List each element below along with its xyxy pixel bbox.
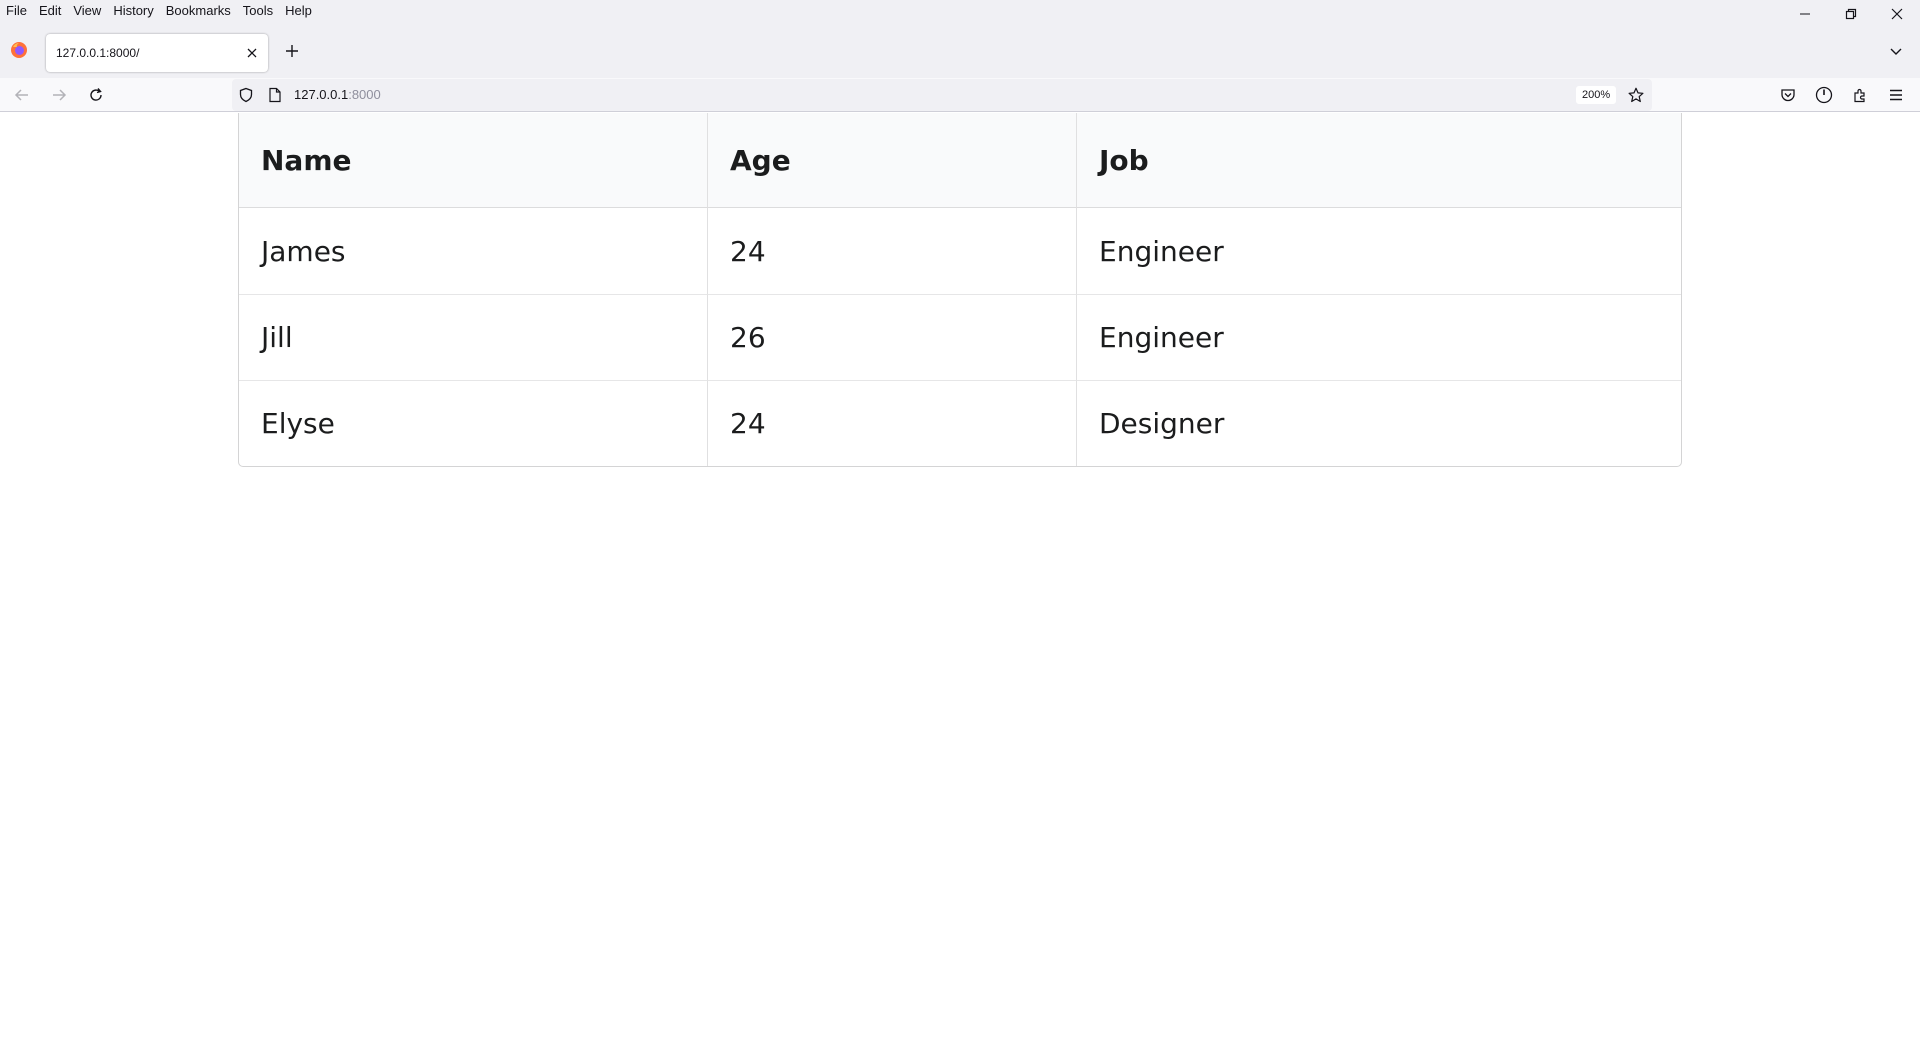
puzzle-icon [1854,88,1865,103]
shield-icon[interactable] [238,87,254,103]
list-all-tabs-button[interactable] [1884,39,1908,63]
star-icon [1628,87,1644,103]
tab-active[interactable]: 127.0.0.1:8000/ [46,34,268,72]
chevron-down-icon [1890,48,1902,55]
cell-name: Elyse [239,380,707,466]
forward-arrow-icon [53,89,67,101]
hamburger-menu-icon [1890,89,1902,101]
reload-button[interactable] [84,83,108,107]
forward-button[interactable] [47,83,71,107]
table-row: James 24 Engineer [239,208,1681,294]
menu-bar: File Edit View History Bookmarks Tools H… [0,0,1920,22]
url-port: :8000 [348,87,381,102]
navigation-toolbar: 127.0.0.1:8000 200% [0,78,1920,112]
cell-name: Jill [239,294,707,380]
plus-icon [286,45,298,57]
cell-age: 24 [707,208,1076,294]
close-icon [247,48,257,58]
extensions-button[interactable] [1848,83,1872,107]
close-icon [1891,8,1903,20]
restore-icon [1845,8,1857,20]
reload-icon [90,88,102,101]
column-header-name: Name [239,113,707,208]
menu-help[interactable]: Help [279,0,318,22]
cell-job: Engineer [1076,208,1681,294]
menu-tools[interactable]: Tools [237,0,279,22]
back-button[interactable] [10,83,34,107]
cell-age: 24 [707,380,1076,466]
zoom-level-button[interactable]: 200% [1576,86,1617,104]
menu-history[interactable]: History [107,0,159,22]
menu-edit[interactable]: Edit [33,0,67,22]
firefox-icon[interactable] [10,41,28,59]
cell-job: Designer [1076,380,1681,466]
url-host: 127.0.0.1 [294,87,349,102]
page-content: Name Age Job James 24 Engineer Jill 26 E… [0,113,1920,1040]
menu-bookmarks[interactable]: Bookmarks [160,0,237,22]
table-body: James 24 Engineer Jill 26 Engineer Elyse… [239,208,1681,466]
account-button[interactable] [1812,83,1836,107]
url-bar[interactable]: 127.0.0.1:8000 200% [232,79,1652,111]
table-header-row: Name Age Job [239,113,1681,208]
tab-strip: 127.0.0.1:8000/ [0,22,1920,78]
cell-job: Engineer [1076,294,1681,380]
cell-age: 26 [707,294,1076,380]
tab-title: 127.0.0.1:8000/ [56,46,140,60]
app-menu-button[interactable] [1884,83,1908,107]
table-header: Name Age Job [239,113,1681,208]
cell-name: James [261,234,346,268]
url-text[interactable]: 127.0.0.1:8000 [294,79,381,111]
column-header-job: Job [1076,113,1681,208]
account-icon [1815,86,1833,104]
new-tab-button[interactable] [280,39,304,63]
table-row: Jill 26 Engineer [239,294,1681,380]
pocket-button[interactable] [1776,83,1800,107]
table-row: Elyse 24 Designer [239,380,1681,466]
people-table: Name Age Job James 24 Engineer Jill 26 E… [238,113,1682,467]
menu-view[interactable]: View [67,0,107,22]
menu-file[interactable]: File [0,0,33,22]
page-icon[interactable] [268,87,282,103]
back-arrow-icon [14,89,28,101]
pocket-icon [1781,89,1795,102]
bookmark-button[interactable] [1626,85,1646,105]
tab-close-button[interactable] [244,45,260,61]
column-header-age: Age [707,113,1076,208]
minimize-icon [1800,13,1810,15]
